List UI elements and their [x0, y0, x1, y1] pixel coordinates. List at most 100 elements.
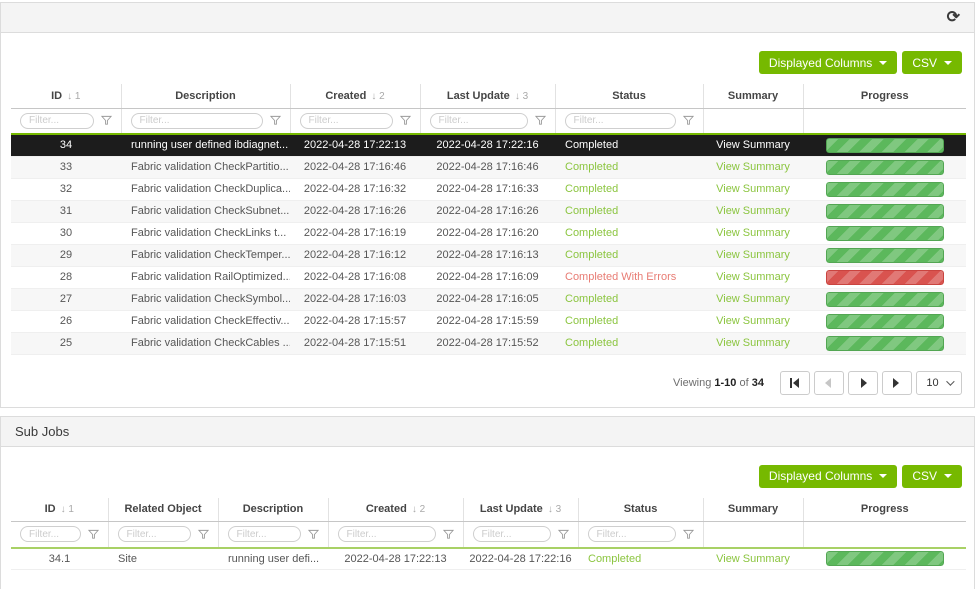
cell-summary: View Summary	[703, 200, 803, 222]
filter-funnel-icon[interactable]	[558, 529, 569, 540]
column-header-progress[interactable]: Progress	[803, 84, 966, 108]
cell-summary: View Summary	[703, 548, 803, 570]
cell-id: 29	[11, 244, 121, 266]
cell-created: 2022-04-28 17:15:57	[290, 310, 420, 332]
cell-last_update: 2022-04-28 17:16:33	[420, 178, 555, 200]
view-summary-link[interactable]: View Summary	[716, 315, 790, 327]
column-header-id[interactable]: ID↓ 1	[11, 498, 108, 522]
cell-id: 27	[11, 288, 121, 310]
filter-input-created[interactable]	[300, 113, 393, 129]
job-row[interactable]: 30Fabric validation CheckLinks t...2022-…	[11, 222, 966, 244]
displayed-columns-button[interactable]: Displayed Columns	[759, 51, 897, 74]
filter-input-related_object[interactable]	[118, 526, 191, 542]
page-size-value: 10	[926, 377, 938, 389]
cell-description: Fabric validation CheckEffectiv...	[121, 310, 290, 332]
view-summary-link[interactable]: View Summary	[716, 337, 790, 349]
filter-input-status[interactable]	[588, 526, 676, 542]
job-row[interactable]: 29Fabric validation CheckTemper...2022-0…	[11, 244, 966, 266]
view-summary-link[interactable]: View Summary	[716, 227, 790, 239]
filter-funnel-icon[interactable]	[198, 529, 209, 540]
filter-cell-description	[218, 522, 328, 548]
cell-last_update: 2022-04-28 17:16:09	[420, 266, 555, 288]
job-row[interactable]: 26Fabric validation CheckEffectiv...2022…	[11, 310, 966, 332]
csv-button[interactable]: CSV	[902, 51, 962, 74]
filter-input-last_update[interactable]	[430, 113, 528, 129]
cell-status: Completed	[555, 332, 703, 354]
job-row[interactable]: 32Fabric validation CheckDuplica...2022-…	[11, 178, 966, 200]
jobs-table: ID↓ 1DescriptionCreated↓ 2 Last Update ↓ 3…	[11, 84, 964, 355]
cell-id: 25	[11, 332, 121, 354]
column-header-created[interactable]: Created↓ 2	[290, 84, 420, 108]
filter-funnel-icon[interactable]	[88, 529, 99, 540]
view-summary-link[interactable]: View Summary	[716, 183, 790, 195]
cell-created: 2022-04-28 17:22:13	[328, 548, 463, 570]
cell-id: 31	[11, 200, 121, 222]
column-header-summary[interactable]: Summary	[703, 498, 803, 522]
filter-funnel-icon[interactable]	[443, 529, 454, 540]
column-header-last_update[interactable]: Last Update ↓ 3	[420, 84, 555, 108]
column-header-description[interactable]: Description	[121, 84, 290, 108]
filter-funnel-icon[interactable]	[101, 115, 112, 126]
job-row[interactable]: 27Fabric validation CheckSymbol...2022-0…	[11, 288, 966, 310]
view-summary-link[interactable]: View Summary	[716, 205, 790, 217]
filter-cell-related_object	[108, 522, 218, 548]
column-header-status[interactable]: Status	[555, 84, 703, 108]
cell-id: 28	[11, 266, 121, 288]
progress-bar	[826, 336, 944, 351]
sort-indicator: ↓ 3	[515, 91, 528, 102]
filter-funnel-icon[interactable]	[683, 529, 694, 540]
next-page-icon	[858, 378, 868, 388]
job-row[interactable]: 33Fabric validation CheckPartitio...2022…	[11, 156, 966, 178]
column-header-status[interactable]: Status	[578, 498, 703, 522]
job-row[interactable]: 28Fabric validation RailOptimized...2022…	[11, 266, 966, 288]
cell-id: 32	[11, 178, 121, 200]
job-row[interactable]: 34running user defined ibdiagnet...2022-…	[11, 134, 966, 156]
view-summary-link[interactable]: View Summary	[716, 249, 790, 261]
job-row[interactable]: 25Fabric validation CheckCables ...2022-…	[11, 332, 966, 354]
view-summary-link[interactable]: View Summary	[716, 139, 790, 151]
view-summary-link[interactable]: View Summary	[716, 161, 790, 173]
view-summary-link[interactable]: View Summary	[716, 293, 790, 305]
column-label: Last Update	[447, 90, 510, 102]
cell-id: 30	[11, 222, 121, 244]
last-page-button[interactable]	[882, 371, 912, 395]
subjobs-displayed-columns-button[interactable]: Displayed Columns	[759, 465, 897, 488]
filter-funnel-icon[interactable]	[683, 115, 694, 126]
refresh-icon[interactable]: ⟳	[947, 10, 960, 26]
prev-page-icon	[824, 378, 834, 388]
filter-funnel-icon[interactable]	[308, 529, 319, 540]
subjobs-csv-button[interactable]: CSV	[902, 465, 962, 488]
cell-progress	[803, 178, 966, 200]
filter-funnel-icon[interactable]	[270, 115, 281, 126]
column-header-progress[interactable]: Progress	[803, 498, 966, 522]
cell-related_object: Site	[108, 548, 218, 570]
column-header-description[interactable]: Description	[218, 498, 328, 522]
view-summary-link[interactable]: View Summary	[716, 271, 790, 283]
cell-description: Fabric validation CheckCables ...	[121, 332, 290, 354]
view-summary-link[interactable]: View Summary	[716, 553, 790, 565]
column-header-created[interactable]: Created↓ 2	[328, 498, 463, 522]
filter-input-id[interactable]	[20, 113, 94, 129]
next-page-button[interactable]	[848, 371, 878, 395]
job-row[interactable]: 31Fabric validation CheckSubnet...2022-0…	[11, 200, 966, 222]
column-header-related_object[interactable]: Related Object	[108, 498, 218, 522]
filter-funnel-icon[interactable]	[400, 115, 411, 126]
filter-input-status[interactable]	[565, 113, 676, 129]
filter-funnel-icon[interactable]	[535, 115, 546, 126]
page-size-select[interactable]: 10	[916, 371, 962, 395]
first-page-button[interactable]	[780, 371, 810, 395]
status-text: Completed	[565, 249, 618, 261]
filter-input-description[interactable]	[131, 113, 263, 129]
column-header-summary[interactable]: Summary	[703, 84, 803, 108]
column-header-id[interactable]: ID↓ 1	[11, 84, 121, 108]
subjob-row[interactable]: 34.1Siterunning user defi...2022-04-28 1…	[11, 548, 966, 570]
subjobs-panel-body: Displayed Columns CSV ID↓ 1Related Objec…	[1, 447, 974, 589]
cell-summary: View Summary	[703, 156, 803, 178]
prev-page-button[interactable]	[814, 371, 844, 395]
cell-description: Fabric validation CheckTemper...	[121, 244, 290, 266]
filter-input-created[interactable]	[338, 526, 436, 542]
column-header-last_update[interactable]: Last Update↓ 3	[463, 498, 578, 522]
filter-input-last_update[interactable]	[473, 526, 551, 542]
filter-input-description[interactable]	[228, 526, 301, 542]
filter-input-id[interactable]	[20, 526, 81, 542]
